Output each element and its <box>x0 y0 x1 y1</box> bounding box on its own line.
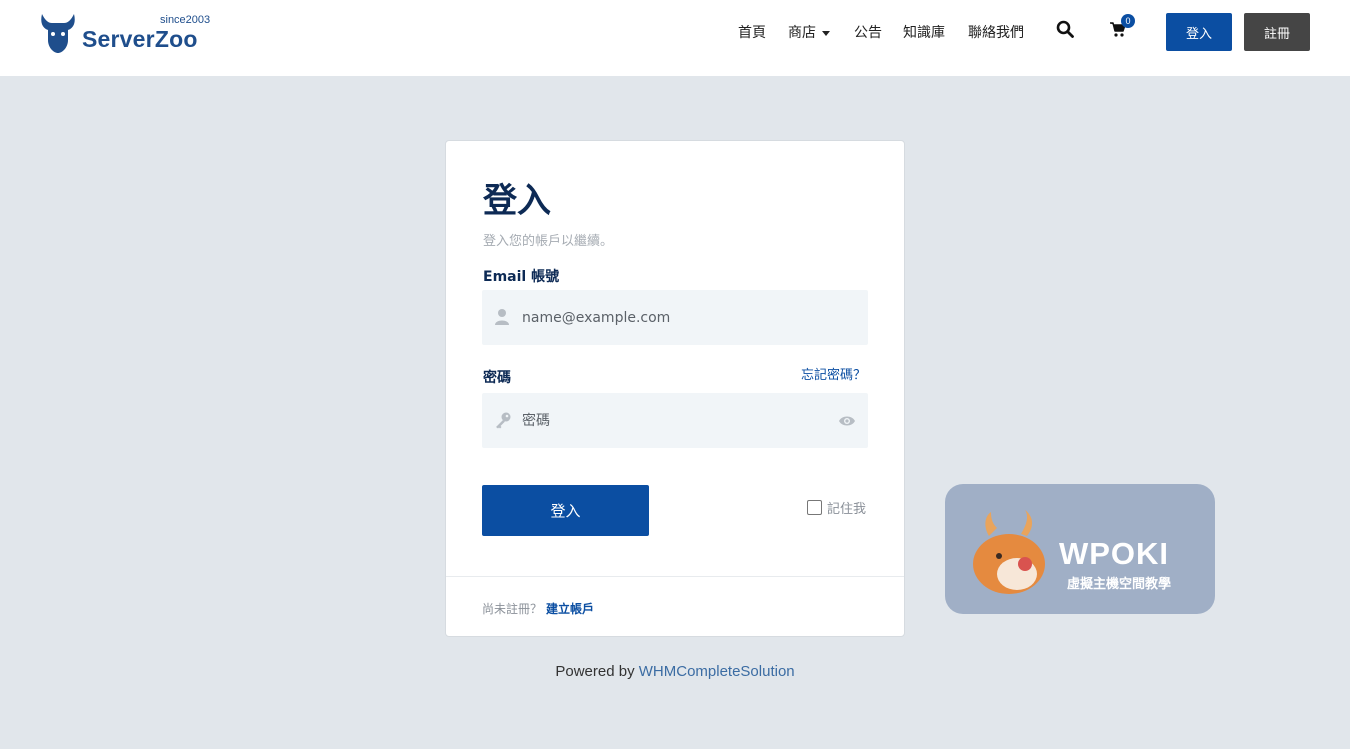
whmcs-link[interactable]: WHMCompleteSolution <box>639 663 795 680</box>
remember-me[interactable]: 記住我 <box>806 498 866 517</box>
email-field-container <box>482 290 868 345</box>
login-card-footer: 尚未註冊？ 建立帳戶 <box>446 576 904 636</box>
watermark-name: WPOKI <box>1059 536 1170 571</box>
footer-register-prompt: 尚未註冊？ 建立帳戶 <box>482 600 594 617</box>
nav-home[interactable]: 首頁 <box>738 22 766 42</box>
login-card: 登入 登入您的帳戶以繼續。 Email 帳號 密碼 忘記密碼？ 登入 記住我 尚… <box>445 140 905 637</box>
nav-announcements[interactable]: 公告 <box>854 22 882 42</box>
remember-me-label: 記住我 <box>826 502 866 517</box>
show-password-eye-icon[interactable] <box>838 413 856 427</box>
login-subtitle: 登入您的帳戶以繼續。 <box>483 234 614 249</box>
search-icon[interactable] <box>1056 20 1078 42</box>
cart-count-badge: 0 <box>1121 14 1135 28</box>
nav-knowledgebase[interactable]: 知識庫 <box>903 22 945 42</box>
bull-head-icon <box>41 14 75 53</box>
cart-button[interactable]: 0 <box>1109 14 1135 42</box>
nav-contact[interactable]: 聯絡我們 <box>968 22 1024 42</box>
logo-since-text: since2003 <box>160 14 211 26</box>
header-register-button[interactable]: 註冊 <box>1244 13 1310 51</box>
password-input[interactable] <box>522 393 822 448</box>
key-icon <box>494 411 512 429</box>
header-login-button[interactable]: 登入 <box>1166 13 1232 51</box>
login-submit-button[interactable]: 登入 <box>482 485 649 536</box>
powered-by: Powered by WHMCompleteSolution <box>0 663 1350 680</box>
password-label: 密碼 <box>483 370 511 386</box>
deer-mascot-icon <box>973 510 1045 594</box>
user-icon <box>494 308 512 326</box>
footer-prompt-text: 尚未註冊？ <box>482 602 543 616</box>
remember-me-checkbox[interactable] <box>806 500 822 515</box>
email-input[interactable] <box>522 290 822 345</box>
nav-store[interactable]: 商店 <box>788 22 830 42</box>
email-label: Email 帳號 <box>483 269 560 285</box>
serverzoo-logo[interactable]: since2003 ServerZoo <box>38 10 218 56</box>
page-title: 登入 <box>483 181 551 221</box>
top-navbar: since2003 ServerZoo 首頁 商店 公告 知識庫 聯絡我們 0 … <box>0 0 1350 76</box>
watermark-subtitle: 虛擬主機空間教學 <box>1067 577 1172 592</box>
wpoki-watermark: WPOKI 虛擬主機空間教學 <box>945 484 1215 614</box>
caret-down-icon <box>822 30 830 36</box>
nav-store-label: 商店 <box>788 25 816 41</box>
powered-by-prefix: Powered by <box>555 663 639 680</box>
forgot-password-link[interactable]: 忘記密碼？ <box>801 364 866 383</box>
password-field-container <box>482 393 868 448</box>
logo-name-text: ServerZoo <box>82 26 198 52</box>
create-account-link[interactable]: 建立帳戶 <box>546 602 594 616</box>
